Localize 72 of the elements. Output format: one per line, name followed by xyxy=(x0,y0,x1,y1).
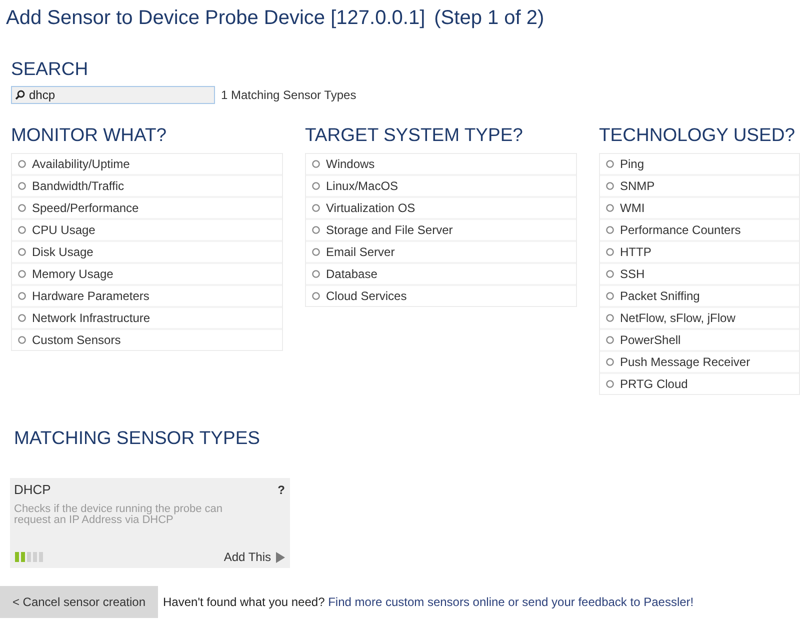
option-label: Cloud Services xyxy=(326,289,407,303)
option-label: Speed/Performance xyxy=(32,201,139,215)
filter-option[interactable]: Database xyxy=(306,264,576,284)
triangle-icon xyxy=(276,552,285,562)
section-heading: MATCHING SENSOR TYPES xyxy=(14,426,260,450)
filter-option[interactable]: CPU Usage xyxy=(12,220,282,240)
add-sensor-button[interactable]: Add This xyxy=(224,550,285,564)
filter-option[interactable]: Packet Sniffing xyxy=(600,286,799,306)
filter-option[interactable]: HTTP xyxy=(600,242,799,262)
filter-option[interactable]: WMI xyxy=(600,198,799,218)
search-icon xyxy=(15,90,25,100)
help-button[interactable]: ? xyxy=(278,483,285,497)
section-heading: TARGET SYSTEM TYPE? xyxy=(305,123,523,147)
option-label: Performance Counters xyxy=(620,223,741,237)
section-heading: MONITOR WHAT? xyxy=(11,123,167,147)
footer-text: Haven't found what you need? Find more custom sensors online or send your feedback to Paessler! xyxy=(163,595,694,609)
option-label: Ping xyxy=(620,157,644,171)
option-label: HTTP xyxy=(620,245,652,259)
option-label: Bandwidth/Traffic xyxy=(32,179,124,193)
option-label: Linux/MacOS xyxy=(326,179,398,193)
option-label: NetFlow, sFlow, jFlow xyxy=(620,311,736,325)
option-label: SNMP xyxy=(620,179,655,193)
filter-option[interactable]: Cloud Services xyxy=(306,286,576,306)
option-label: Push Message Receiver xyxy=(620,355,750,369)
filter-option[interactable]: Hardware Parameters xyxy=(12,286,282,306)
filter-option[interactable]: Windows xyxy=(306,154,576,174)
option-label: Availability/Uptime xyxy=(32,157,130,171)
option-label: SSH xyxy=(620,267,645,281)
feedback-link[interactable]: Find more custom sensors online or send your feedback to Paessler! xyxy=(328,595,694,609)
option-label: Windows xyxy=(326,157,375,171)
option-label: Packet Sniffing xyxy=(620,289,700,303)
step-indicator: (Step 1 of 2) xyxy=(434,6,544,31)
filter-option[interactable]: Email Server xyxy=(306,242,576,262)
filter-option[interactable]: Disk Usage xyxy=(12,242,282,262)
sensor-name: DHCP xyxy=(14,482,51,498)
filter-option[interactable]: Network Infrastructure xyxy=(12,308,282,328)
option-label: PRTG Cloud xyxy=(620,377,688,391)
option-label: Memory Usage xyxy=(32,267,114,281)
option-label: Disk Usage xyxy=(32,245,94,259)
filter-option[interactable]: NetFlow, sFlow, jFlow xyxy=(600,308,799,328)
option-label: Network Infrastructure xyxy=(32,311,150,325)
filter-option[interactable]: Bandwidth/Traffic xyxy=(12,176,282,196)
filter-option[interactable]: SNMP xyxy=(600,176,799,196)
sensor-description: Checks if the device running the probe can request an IP Address via DHCP xyxy=(14,504,224,526)
filter-option[interactable]: Availability/Uptime xyxy=(12,154,282,174)
filter-option[interactable]: Performance Counters xyxy=(600,220,799,240)
filter-option[interactable]: PowerShell xyxy=(600,330,799,350)
filter-option[interactable]: Speed/Performance xyxy=(12,198,282,218)
filter-option[interactable]: Memory Usage xyxy=(12,264,282,284)
result-count: 1 Matching Sensor Types xyxy=(221,88,356,102)
option-label: Database xyxy=(326,267,378,281)
section-heading: TECHNOLOGY USED? xyxy=(599,123,796,147)
cancel-button[interactable]: < Cancel sensor creation xyxy=(0,586,158,618)
page-title: Add Sensor to Device Probe Device [127.0.0.1] xyxy=(6,6,426,31)
option-label: WMI xyxy=(620,201,645,215)
section-heading: SEARCH xyxy=(11,57,88,81)
option-label: Storage and File Server xyxy=(326,223,453,237)
option-label: CPU Usage xyxy=(32,223,96,237)
filter-option[interactable]: Linux/MacOS xyxy=(306,176,576,196)
filter-option[interactable]: SSH xyxy=(600,264,799,284)
option-label: Hardware Parameters xyxy=(32,289,150,303)
option-label: PowerShell xyxy=(620,333,681,347)
filter-option[interactable]: Storage and File Server xyxy=(306,220,576,240)
option-label: Custom Sensors xyxy=(32,333,121,347)
filter-option[interactable]: Push Message Receiver xyxy=(600,352,799,372)
filter-option[interactable]: PRTG Cloud xyxy=(600,374,799,394)
option-label: Email Server xyxy=(326,245,395,259)
search-field[interactable]: dhcp xyxy=(11,86,215,104)
filter-option[interactable]: Custom Sensors xyxy=(12,330,282,350)
filter-option[interactable]: Virtualization OS xyxy=(306,198,576,218)
option-label: Virtualization OS xyxy=(326,201,416,215)
filter-option[interactable]: Ping xyxy=(600,154,799,174)
